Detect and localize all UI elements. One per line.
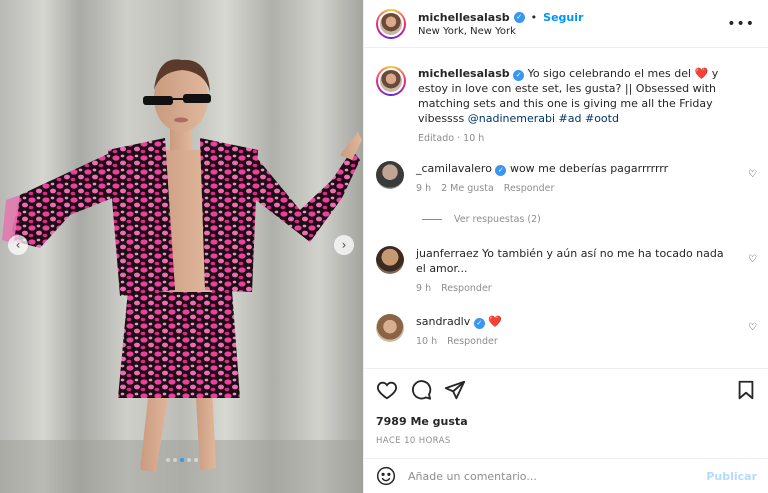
comment-icon[interactable] (410, 379, 432, 401)
comment-username[interactable]: _camilavalero (416, 162, 492, 175)
comment-likes[interactable]: 2 Me gusta (441, 181, 494, 196)
reply-button[interactable]: Responder (441, 281, 492, 296)
comment-item: juanferraez Yo también y aún así no me h… (376, 246, 757, 296)
comment-text: wow me deberías pagarrrrrrr (509, 162, 669, 175)
carousel-dot (186, 458, 191, 462)
carousel-dot (193, 458, 198, 462)
comment-meta: 9 h Responder (416, 281, 736, 296)
like-comment-heart-icon[interactable]: ♡ (748, 169, 757, 180)
mention-link[interactable]: @nadinemerabi (468, 112, 555, 125)
red-heart-icon: ❤️ (694, 67, 709, 80)
author-avatar[interactable] (376, 8, 406, 39)
chevron-left-icon: ‹ (15, 238, 21, 252)
caption-text-1: Yo sigo celebrando el mes del (527, 67, 692, 80)
carousel-next-button[interactable]: › (334, 235, 354, 255)
comments-section: michellesalasb ✓ Yo sigo celebrando el m… (364, 56, 768, 368)
verified-badge-icon: ✓ (513, 11, 525, 23)
carousel-dot (179, 458, 184, 462)
comment-meta: 9 h 2 Me gusta Responder (416, 181, 736, 196)
likes-count[interactable]: 7989 Me gusta (376, 415, 757, 428)
post-sidebar: michellesalasb ✓ • Seguir New York, New … (363, 0, 768, 493)
heart-icon[interactable] (376, 379, 398, 401)
post-location[interactable]: New York, New York (418, 26, 583, 37)
chevron-right-icon: › (341, 238, 347, 252)
hashtag-ad-link[interactable]: #ad (559, 112, 582, 125)
like-comment-heart-icon[interactable]: ♡ (748, 254, 757, 265)
post-media[interactable]: ‹ › (0, 0, 363, 493)
separator: • (530, 10, 538, 24)
red-heart-icon: ❤️ (488, 315, 502, 328)
comment-username[interactable]: juanferraez (416, 247, 479, 260)
commenter-avatar[interactable] (376, 161, 404, 189)
carousel-indicator (0, 458, 363, 462)
caption-avatar[interactable] (376, 66, 406, 96)
comment-time[interactable]: 9 h (416, 181, 431, 196)
more-horizontal-icon[interactable]: ••• (727, 16, 755, 32)
carousel-dot (165, 458, 170, 462)
comment-item: _camilavalero ✓ wow me deberías pagarrrr… (376, 161, 757, 196)
add-comment-bar: Publicar (364, 458, 768, 493)
author-username[interactable]: michellesalasb (418, 11, 510, 24)
caption-username[interactable]: michellesalasb (418, 67, 510, 80)
post-timestamp[interactable]: HACE 10 HORAS (376, 436, 757, 446)
commenter-avatar[interactable] (376, 246, 404, 274)
reply-button[interactable]: Responder (447, 334, 498, 349)
edited-label: Editado (418, 133, 455, 144)
verified-badge-icon: ✓ (513, 70, 525, 81)
emoji-icon[interactable] (376, 466, 396, 486)
comment-meta: 10 h Responder (416, 334, 736, 349)
post-actions: 7989 Me gusta HACE 10 HORAS (364, 368, 768, 446)
post-caption: michellesalasb ✓ Yo sigo celebrando el m… (376, 66, 757, 146)
reply-button[interactable]: Responder (504, 181, 555, 196)
verified-badge-icon: ✓ (473, 318, 485, 329)
comment-input[interactable] (408, 469, 707, 483)
post-header: michellesalasb ✓ • Seguir New York, New … (364, 0, 768, 48)
carousel-prev-button[interactable]: ‹ (8, 235, 28, 255)
caption-time[interactable]: 10 h (463, 133, 484, 144)
view-replies-label: Ver respuestas (2) (454, 214, 541, 225)
comment-time[interactable]: 9 h (416, 281, 431, 296)
like-comment-heart-icon[interactable]: ♡ (748, 322, 757, 333)
hashtag-ootd-link[interactable]: #ootd (585, 112, 619, 125)
share-icon[interactable] (444, 379, 466, 401)
publish-button[interactable]: Publicar (706, 470, 757, 483)
comment-time[interactable]: 10 h (416, 334, 437, 349)
verified-badge-icon: ✓ (495, 165, 507, 176)
carousel-dot (172, 458, 177, 462)
comment-username[interactable]: sandradlv (416, 315, 470, 328)
comment-item: sandradlv ✓ ❤️ 10 h Responder ♡ (376, 314, 757, 349)
follow-button[interactable]: Seguir (543, 11, 583, 24)
commenter-avatar[interactable] (376, 314, 404, 342)
post-photo (0, 0, 363, 493)
instagram-post: ‹ › michellesalasb ✓ • Seguir New York, … (0, 0, 768, 493)
bookmark-icon[interactable] (735, 379, 757, 401)
view-replies-button[interactable]: Ver respuestas (2) (422, 214, 541, 225)
caption-meta: Editado · 10 h (418, 133, 485, 144)
